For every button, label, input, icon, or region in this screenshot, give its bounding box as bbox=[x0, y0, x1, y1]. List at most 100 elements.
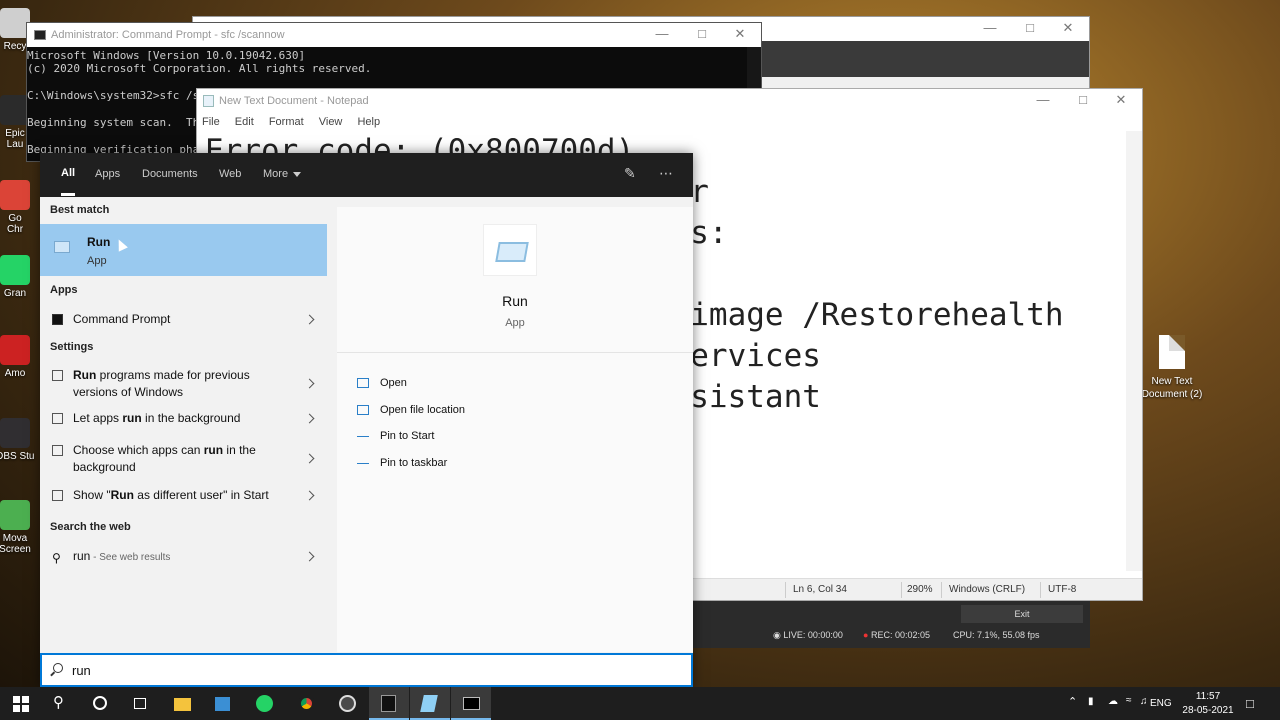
menu-view[interactable]: View bbox=[319, 116, 343, 128]
maximize-icon[interactable]: □ bbox=[1011, 17, 1049, 39]
result-setting[interactable]: Show "Run as different user" in Start bbox=[40, 487, 327, 507]
chevron-right-icon[interactable] bbox=[304, 551, 315, 562]
result-command-prompt[interactable]: Command Prompt bbox=[40, 311, 327, 331]
label-match: Run bbox=[110, 488, 134, 502]
action-label: Open bbox=[380, 377, 407, 389]
section-apps: Apps bbox=[50, 284, 78, 296]
notepad-icon bbox=[203, 95, 214, 107]
obs-cpu-status: CPU: 7.1%, 55.08 fps bbox=[953, 630, 1040, 640]
cmd-taskbar-button[interactable] bbox=[451, 687, 491, 720]
settings-icon bbox=[52, 445, 63, 456]
menu-edit[interactable]: Edit bbox=[235, 116, 254, 128]
more-options-icon[interactable]: ⋯ bbox=[659, 165, 673, 182]
cortana-button[interactable] bbox=[80, 687, 120, 720]
result-web-search[interactable]: ⚲ run - See web results bbox=[40, 548, 327, 568]
cloud-icon[interactable]: ☁ bbox=[1108, 696, 1118, 707]
desktop-shortcut-label: Mova Screen bbox=[0, 533, 31, 555]
pin-icon bbox=[357, 458, 369, 464]
result-setting[interactable]: Let apps run in the background bbox=[40, 410, 327, 430]
clock[interactable]: 11:57 28-05-2021 bbox=[1178, 690, 1238, 718]
desktop-shortcut-label: Amo bbox=[4, 368, 26, 379]
feedback-icon[interactable]: ✎ bbox=[624, 165, 636, 182]
status-zoom: 290% bbox=[907, 584, 933, 595]
chevron-right-icon[interactable] bbox=[304, 314, 315, 325]
label-post: as different user" in Start bbox=[133, 488, 269, 502]
tab-more[interactable]: More bbox=[263, 153, 302, 195]
minimize-icon[interactable]: — bbox=[1024, 89, 1062, 111]
start-search-panel: All Apps Documents Web More ✎ ⋯ Best mat… bbox=[40, 153, 693, 687]
chevron-right-icon[interactable] bbox=[304, 453, 315, 464]
tab-all[interactable]: All bbox=[61, 153, 76, 196]
result-setting[interactable]: Choose which apps can run in the backgro… bbox=[40, 442, 327, 478]
desktop-shortcut[interactable]: Gran bbox=[0, 255, 38, 299]
battery-icon[interactable]: ▮ bbox=[1088, 696, 1094, 707]
chevron-right-icon[interactable] bbox=[304, 490, 315, 501]
obs-status-panel: Exit ◉ LIVE: 00:00:00 ● REC: 00:02:05 CP… bbox=[693, 600, 1090, 648]
result-label: Command Prompt bbox=[73, 312, 171, 326]
search-box[interactable] bbox=[40, 653, 693, 687]
notification-icon[interactable]: □ bbox=[1246, 696, 1254, 711]
tab-more-label: More bbox=[263, 168, 289, 180]
tab-web[interactable]: Web bbox=[219, 153, 241, 195]
epic-games-icon bbox=[381, 695, 396, 712]
tab-apps[interactable]: Apps bbox=[95, 153, 120, 195]
volume-icon[interactable]: ♫ bbox=[1140, 696, 1148, 707]
menu-format[interactable]: Format bbox=[269, 116, 304, 128]
notepad-scrollbar[interactable] bbox=[1126, 131, 1142, 571]
epic-games-button[interactable] bbox=[369, 687, 409, 720]
app-shortcut-icon bbox=[0, 180, 30, 210]
cmd-title: Administrator: Command Prompt - sfc /sca… bbox=[51, 29, 285, 41]
whatsapp-button[interactable] bbox=[244, 687, 284, 720]
search-icon bbox=[53, 663, 63, 673]
chevron-up-icon[interactable]: ⌃ bbox=[1068, 695, 1077, 708]
status-separator bbox=[1040, 582, 1041, 598]
section-settings: Settings bbox=[50, 341, 94, 353]
chrome-button[interactable] bbox=[286, 687, 326, 720]
language-indicator[interactable]: ENG bbox=[1150, 698, 1172, 709]
file-explorer-button[interactable] bbox=[162, 687, 202, 720]
close-icon[interactable]: ✕ bbox=[721, 23, 759, 45]
chevron-right-icon[interactable] bbox=[304, 378, 315, 389]
cmd-icon bbox=[34, 30, 46, 40]
network-icon[interactable]: ≈ bbox=[1126, 695, 1132, 706]
result-detail-pane: Run App Open Open file location Pin to S… bbox=[337, 207, 693, 652]
chevron-right-icon[interactable] bbox=[304, 413, 315, 424]
maximize-icon[interactable]: □ bbox=[1064, 89, 1102, 111]
search-input[interactable] bbox=[72, 661, 672, 679]
start-button[interactable] bbox=[0, 687, 40, 720]
cmd-output-line: C:\Windows\system32>sfc /sca bbox=[27, 89, 213, 103]
result-setting[interactable]: Run programs made for previous versions … bbox=[40, 367, 327, 403]
obs-exit-button[interactable]: Exit bbox=[961, 605, 1083, 623]
menu-file[interactable]: File bbox=[202, 116, 220, 128]
close-icon[interactable]: ✕ bbox=[1102, 89, 1140, 111]
obs-icon bbox=[339, 695, 356, 712]
desktop-shortcut[interactable]: Mova Screen bbox=[0, 500, 38, 555]
obs-taskbar-button[interactable] bbox=[327, 687, 367, 720]
tab-documents[interactable]: Documents bbox=[142, 153, 198, 195]
search-taskbar-button[interactable]: ⚲ bbox=[40, 687, 80, 720]
desktop-file-icon[interactable]: New Text Document (2) bbox=[1140, 335, 1204, 401]
taskbar: ⚲ ⌃ ▮ ☁ ≈ ♫ ENG 11:57 28-05-2021 □ bbox=[0, 687, 1280, 720]
best-match-run[interactable]: Run App bbox=[40, 224, 327, 276]
minimize-icon[interactable]: — bbox=[971, 17, 1009, 39]
cmd-titlebar[interactable]: Administrator: Command Prompt - sfc /sca… bbox=[27, 23, 761, 47]
menu-help[interactable]: Help bbox=[357, 116, 380, 128]
run-app-icon bbox=[54, 241, 70, 253]
record-dot-icon: ● bbox=[863, 630, 869, 640]
best-match-type: App bbox=[87, 255, 107, 267]
settings-icon bbox=[52, 370, 63, 381]
close-icon[interactable]: ✕ bbox=[1049, 17, 1087, 39]
desktop-shortcut[interactable]: Amo bbox=[0, 335, 38, 379]
desktop-shortcut[interactable]: OBS Stu bbox=[0, 418, 38, 462]
minimize-icon[interactable]: — bbox=[643, 23, 681, 45]
notepad-taskbar-button[interactable] bbox=[410, 687, 450, 720]
search-results-list: Best match Run App Apps Command Prompt S… bbox=[40, 197, 337, 652]
action-label: Pin to Start bbox=[380, 430, 435, 442]
desktop-shortcut[interactable]: Go Chr bbox=[0, 180, 38, 235]
whatsapp-icon bbox=[256, 695, 273, 712]
store-button[interactable] bbox=[203, 687, 243, 720]
maximize-icon[interactable]: □ bbox=[683, 23, 721, 45]
task-view-button[interactable] bbox=[120, 687, 160, 720]
notepad-titlebar[interactable]: New Text Document - Notepad — □ ✕ bbox=[197, 89, 1142, 113]
status-separator bbox=[901, 582, 902, 598]
